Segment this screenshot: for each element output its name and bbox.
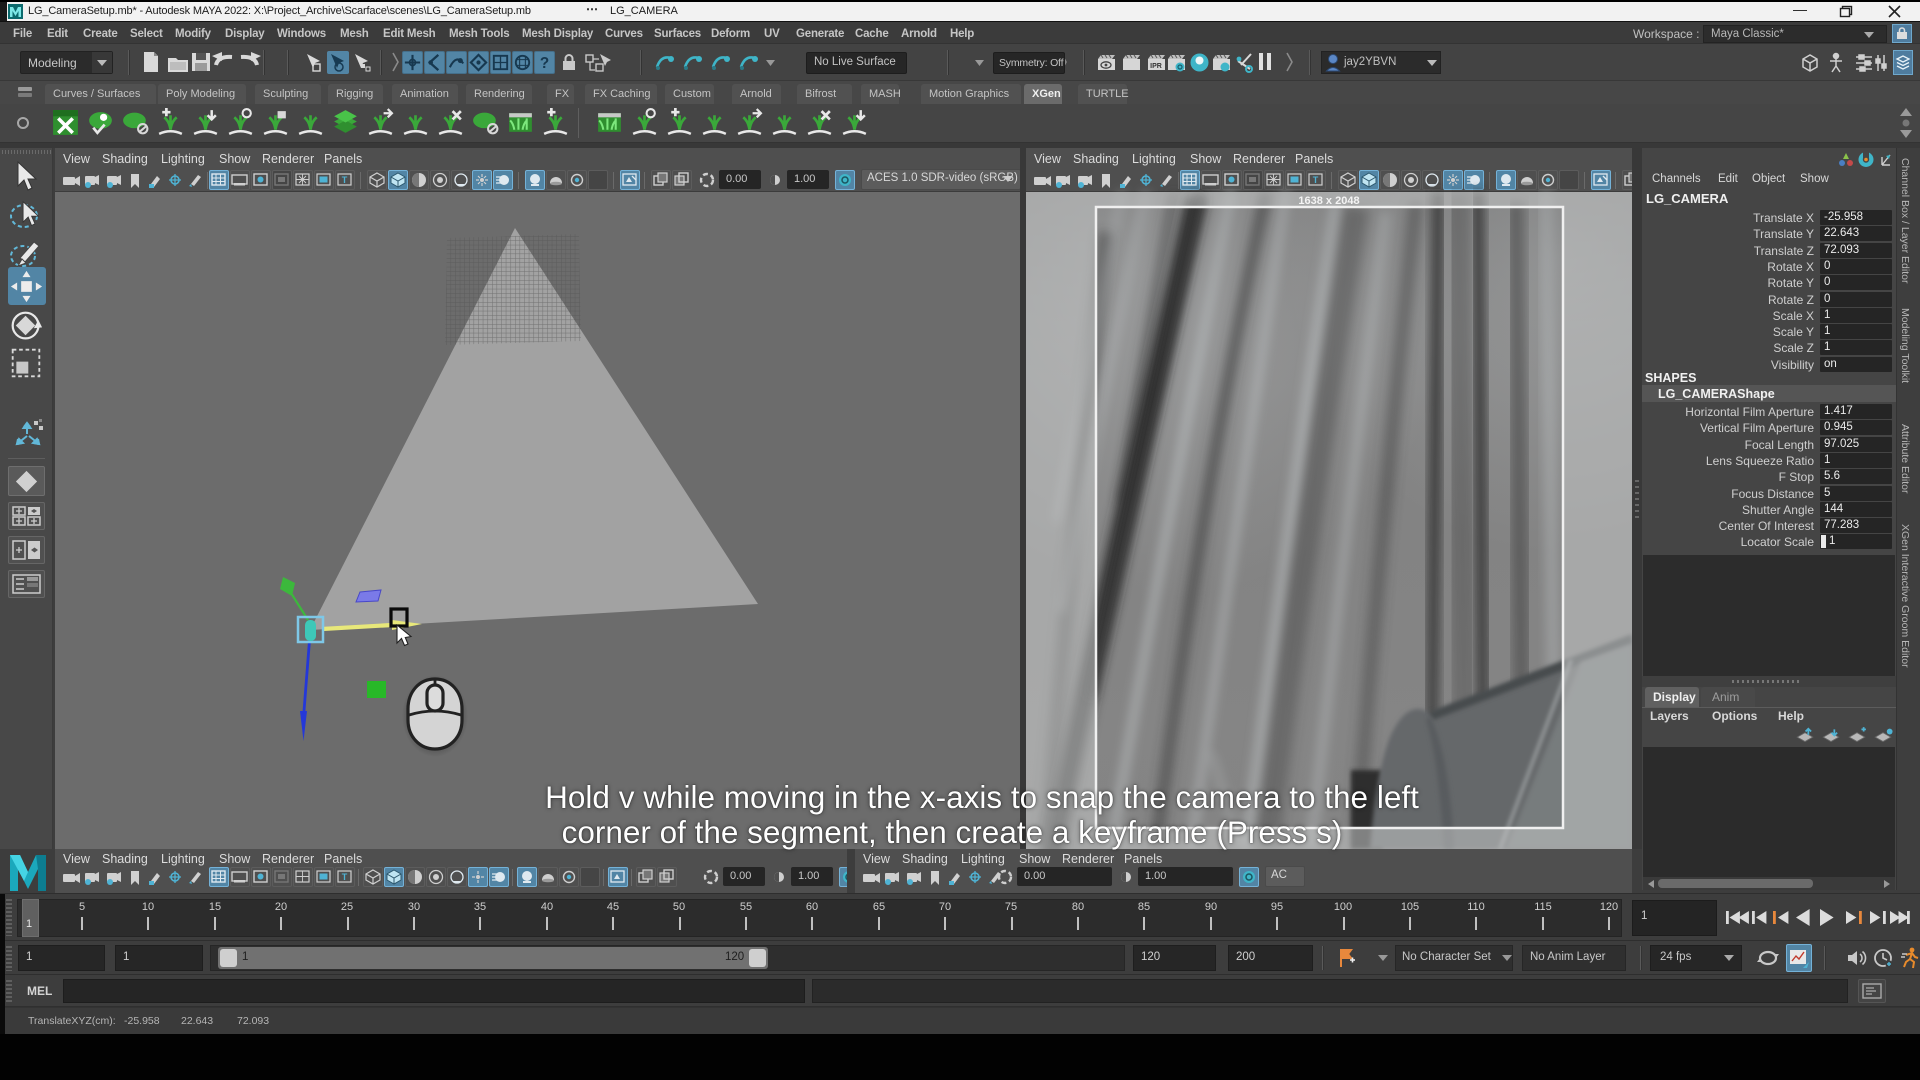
svg-text:15: 15 (209, 901, 221, 913)
svg-text:55: 55 (740, 901, 752, 913)
svg-text:95: 95 (1271, 901, 1283, 913)
svg-text:30: 30 (408, 901, 420, 913)
svg-text:75: 75 (1005, 901, 1017, 913)
svg-text:5: 5 (79, 901, 85, 913)
svg-text:60: 60 (806, 901, 818, 913)
svg-text:35: 35 (474, 901, 486, 913)
svg-text:100: 100 (1334, 901, 1352, 913)
svg-text:110: 110 (1467, 901, 1485, 913)
svg-text:25: 25 (341, 901, 353, 913)
svg-text:40: 40 (541, 901, 553, 913)
svg-text:1638 x 2048: 1638 x 2048 (1298, 195, 1359, 207)
svg-text:?: ? (540, 55, 549, 72)
svg-text:45: 45 (607, 901, 619, 913)
svg-text:70: 70 (939, 901, 951, 913)
svg-text:80: 80 (1072, 901, 1084, 913)
svg-text:105: 105 (1401, 901, 1419, 913)
svg-text:T: T (342, 175, 348, 185)
svg-text:T: T (1313, 175, 1319, 185)
svg-text:50: 50 (673, 901, 685, 913)
svg-text:90: 90 (1205, 901, 1217, 913)
svg-text:10: 10 (142, 901, 154, 913)
svg-text:20: 20 (275, 901, 287, 913)
svg-text:120: 120 (1600, 901, 1618, 913)
svg-text:85: 85 (1138, 901, 1150, 913)
svg-text:IPR: IPR (1150, 63, 1162, 70)
svg-text:T: T (342, 872, 348, 882)
svg-text:65: 65 (873, 901, 885, 913)
svg-text:115: 115 (1534, 901, 1552, 913)
